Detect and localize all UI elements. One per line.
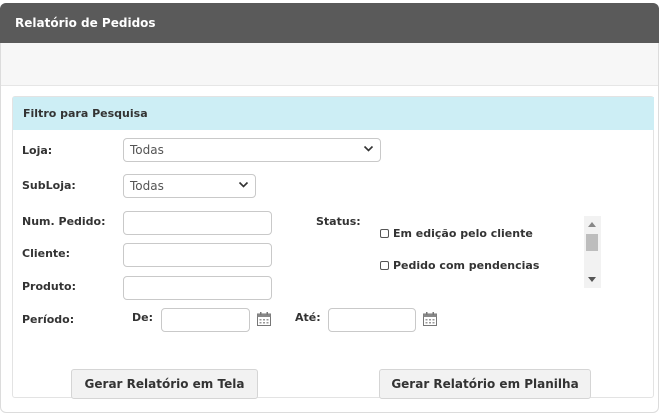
cliente-label: Cliente: [22,247,71,260]
status-label: Status: [316,215,361,228]
scroll-up-arrow-icon[interactable] [588,222,596,227]
page-header: Relatório de Pedidos [0,3,659,43]
loja-label: Loja: [22,144,53,157]
loja-select[interactable]: Todas [123,138,381,162]
filter-title-label: Filtro para Pesquisa [23,107,148,120]
scroll-thumb[interactable] [586,234,598,251]
loja-select-value: Todas [130,143,164,157]
scroll-down-arrow-icon[interactable] [588,277,596,282]
status-option-label: Em edição pelo cliente [393,227,533,240]
chevron-down-icon [363,145,374,152]
screen-report-button[interactable]: Gerar Relatório em Tela [71,369,258,399]
num-pedido-label: Num. Pedido: [22,215,106,228]
calendar-icon[interactable] [423,312,437,326]
status-checkbox[interactable] [380,261,389,270]
subloja-select[interactable]: Todas [123,174,256,198]
status-option-pendencias[interactable]: Pedido com pendencias [380,259,539,272]
cliente-input[interactable] [123,243,272,267]
status-option-label: Pedido com pendencias [393,259,540,272]
filter-title: Filtro para Pesquisa [13,97,654,130]
subloja-label: SubLoja: [22,179,76,192]
ate-label: Até: [295,311,321,324]
status-list[interactable]: Em edição pelo cliente Pedido com penden… [374,216,601,288]
calendar-icon[interactable] [257,312,271,326]
num-pedido-input[interactable] [123,211,272,235]
page-title: Relatório de Pedidos [15,16,156,30]
periodo-label: Período: [22,313,75,326]
spreadsheet-report-button[interactable]: Gerar Relatório em Planilha [379,369,591,399]
status-scrollbar[interactable] [584,216,601,288]
status-checkbox[interactable] [380,229,389,238]
de-label: De: [132,311,153,324]
subloja-select-value: Todas [130,179,164,193]
produto-input[interactable] [123,276,272,300]
status-option-em-edicao[interactable]: Em edição pelo cliente [380,227,533,240]
chevron-down-icon [238,181,249,188]
date-to-input[interactable] [328,308,416,332]
produto-label: Produto: [22,280,76,293]
toolbar-area [1,43,658,86]
date-from-input[interactable] [161,308,250,332]
